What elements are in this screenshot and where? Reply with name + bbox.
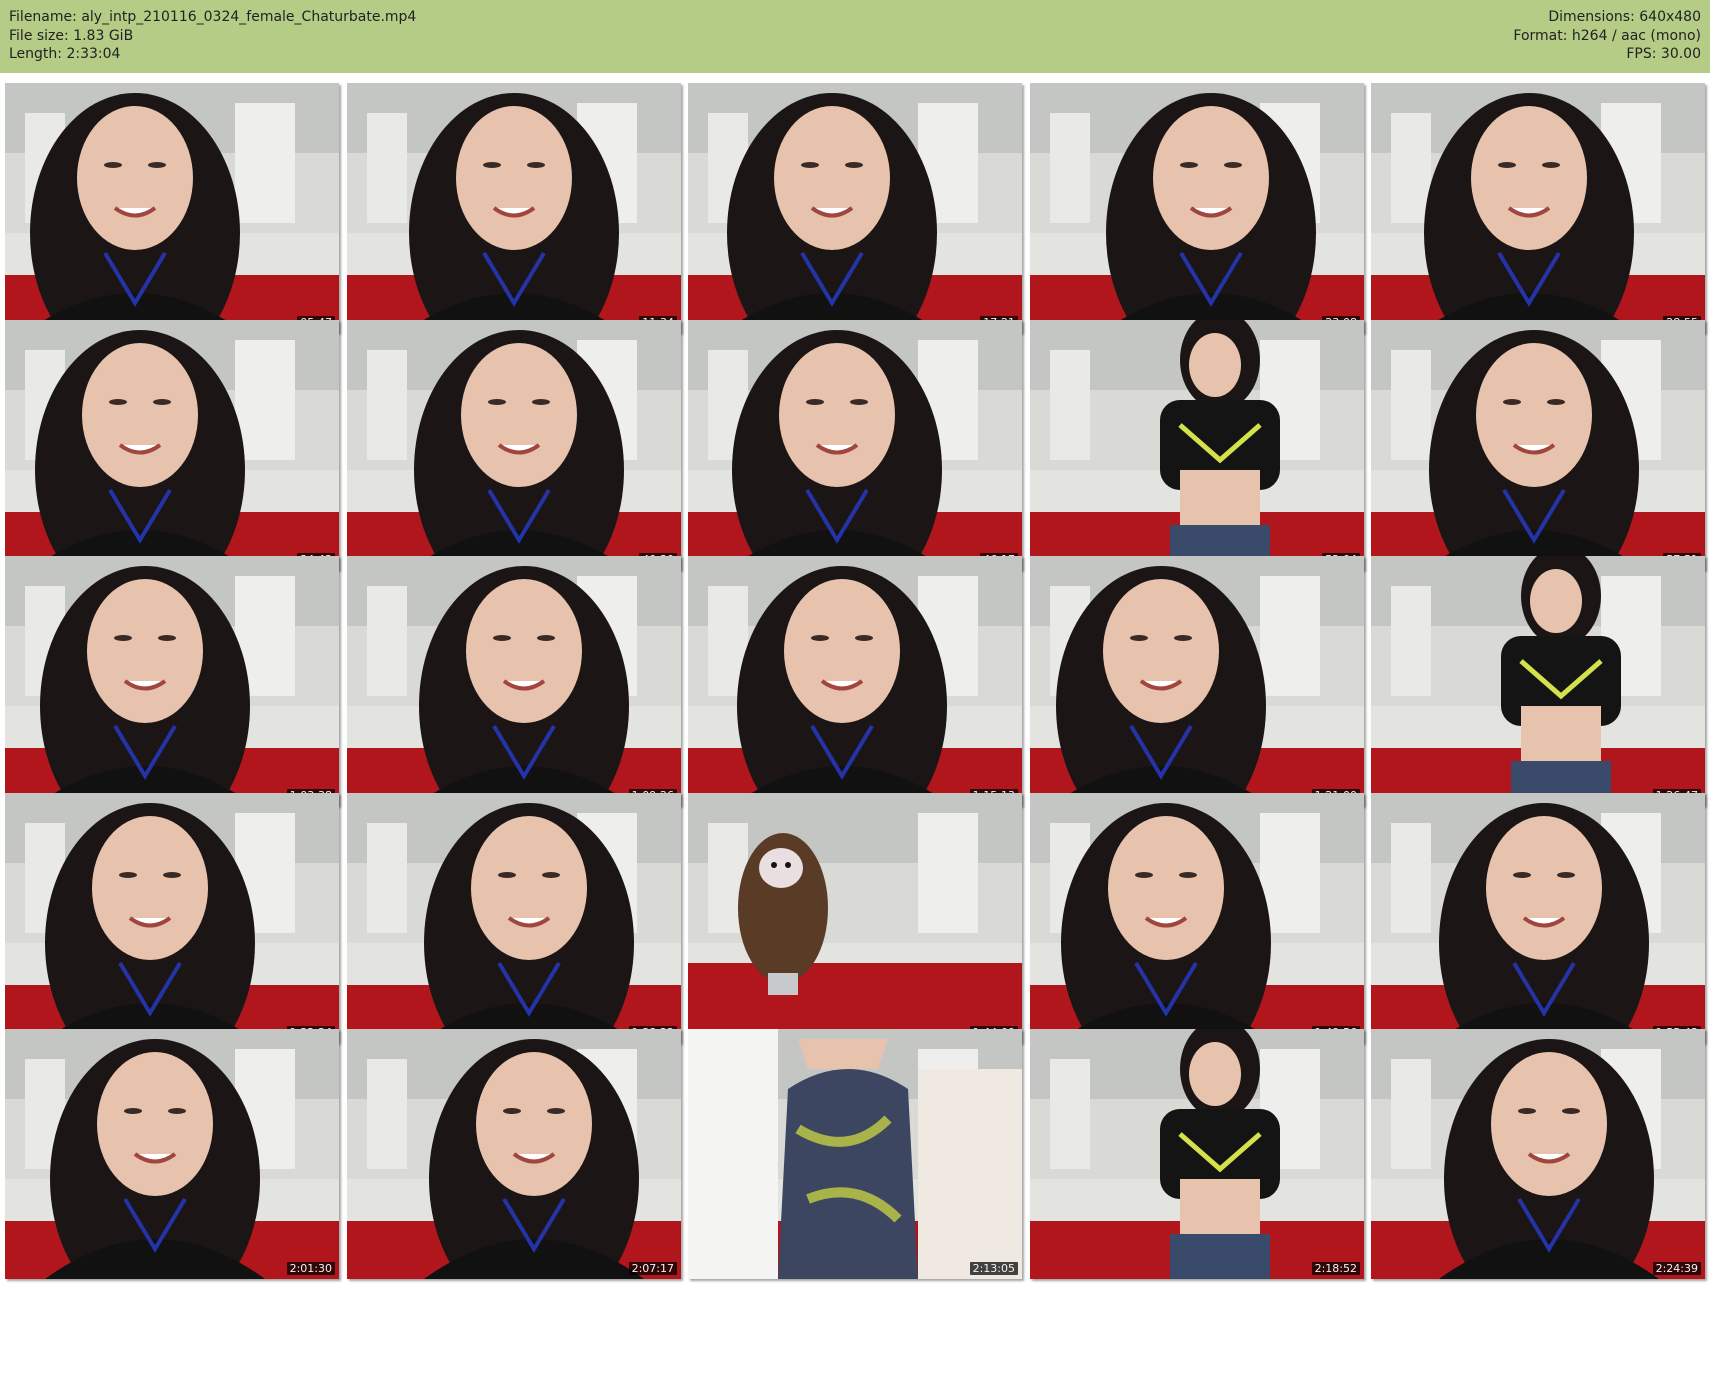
format-row: Format: h264 / aac (mono)	[1513, 27, 1701, 44]
thumbnail-image	[5, 556, 339, 806]
format-value: h264 / aac (mono)	[1571, 27, 1701, 44]
video-thumbnail: 2:24:39	[1371, 1029, 1705, 1279]
thumbnail-timestamp: 2:01:30	[286, 1262, 335, 1275]
video-thumbnail: 1:55:43	[1371, 793, 1705, 1043]
filename-value: aly_intp_210116_0324_female_Chaturbate.m…	[81, 9, 417, 25]
thumbnail-grid: 05:4711:3417:2123:0828:55 34:4340:3046:17…	[5, 83, 1706, 1369]
thumbnail-image	[1371, 1029, 1705, 1279]
thumbnail-image	[5, 320, 339, 570]
thumbnail-image	[5, 83, 339, 333]
thumbnail-timestamp: 2:24:39	[1652, 1262, 1701, 1275]
thumbnail-image	[1030, 556, 1364, 806]
video-thumbnail: 57:51	[1371, 320, 1705, 570]
video-thumbnail: 2:07:17	[347, 1029, 681, 1279]
filesize-row: File size: 1.83 GiB	[9, 27, 134, 44]
video-thumbnail: 28:55	[1371, 83, 1705, 333]
video-thumbnail: 1:03:38	[5, 556, 339, 806]
video-thumbnail: 23:08	[1030, 83, 1364, 333]
thumbnail-image	[1371, 320, 1705, 570]
dimensions-row: Dimensions: 640x480	[1548, 9, 1701, 25]
video-thumbnail: 46:17	[688, 320, 1022, 570]
video-thumbnail: 1:09:26	[347, 556, 681, 806]
video-thumbnail: 40:30	[347, 320, 681, 570]
filename-row: Filename: aly_intp_210116_0324_female_Ch…	[9, 9, 417, 25]
video-thumbnail: 1:38:22	[347, 793, 681, 1043]
video-thumbnail: 2:01:30	[5, 1029, 339, 1279]
video-thumbnail: 1:15:13	[688, 556, 1022, 806]
thumbnail-image	[688, 83, 1022, 333]
thumbnail-image	[347, 320, 681, 570]
video-thumbnail: 11:34	[347, 83, 681, 333]
thumbnail-image	[1030, 320, 1364, 570]
video-thumbnail: 1:26:47	[1371, 556, 1705, 806]
video-thumbnail: 34:43	[5, 320, 339, 570]
video-thumbnail: 2:18:52	[1030, 1029, 1364, 1279]
thumbnail-image	[1371, 556, 1705, 806]
video-thumbnail: 2:13:05	[688, 1029, 1022, 1279]
thumbnail-image	[1371, 83, 1705, 333]
video-thumbnail: 1:49:56	[1030, 793, 1364, 1043]
thumbnail-timestamp: 2:07:17	[628, 1262, 677, 1275]
thumbnail-image	[688, 556, 1022, 806]
video-thumbnail: 1:44:09	[688, 793, 1022, 1043]
length-row: Length: 2:33:04	[9, 46, 121, 62]
file-info: Filename: aly_intp_210116_0324_female_Ch…	[9, 8, 416, 64]
fps-row: FPS: 30.00	[1626, 46, 1701, 62]
thumbnail-image	[347, 556, 681, 806]
stream-info: Dimensions: 640x480 Format: h264 / aac (…	[1513, 8, 1701, 64]
thumbnail-image	[1030, 83, 1364, 333]
filesize-value: 1.83 GiB	[73, 27, 134, 44]
thumbnail-timestamp: 2:13:05	[969, 1262, 1018, 1275]
thumbnail-image	[5, 1029, 339, 1279]
video-thumbnail: 52:04	[1030, 320, 1364, 570]
thumbnail-image	[688, 320, 1022, 570]
length-value: 2:33:04	[66, 46, 121, 62]
thumbnail-image	[347, 793, 681, 1043]
video-thumbnail: 05:47	[5, 83, 339, 333]
thumbnail-image	[688, 793, 1022, 1043]
video-thumbnail: 1:21:00	[1030, 556, 1364, 806]
thumbnail-image	[1030, 793, 1364, 1043]
thumbnail-image	[347, 1029, 681, 1279]
thumbnail-image	[347, 83, 681, 333]
video-thumbnail: 17:21	[688, 83, 1022, 333]
thumbnail-image	[1030, 1029, 1364, 1279]
thumbnail-image	[5, 793, 339, 1043]
info-header: Filename: aly_intp_210116_0324_female_Ch…	[0, 0, 1710, 73]
fps-value: 30.00	[1660, 46, 1701, 62]
thumbnail-image	[1371, 793, 1705, 1043]
thumbnail-image	[688, 1029, 1022, 1279]
dimensions-value: 640x480	[1639, 9, 1701, 25]
thumbnail-timestamp: 2:18:52	[1311, 1262, 1360, 1275]
video-thumbnail: 1:32:34	[5, 793, 339, 1043]
